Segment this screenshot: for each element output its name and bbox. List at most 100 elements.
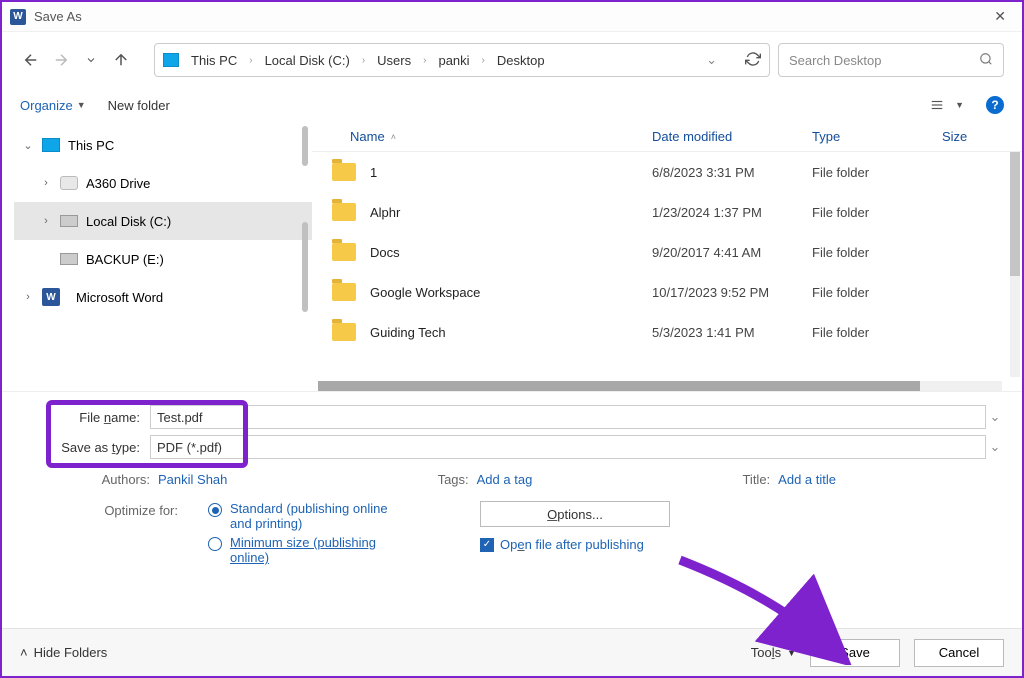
tags-label: Tags:	[438, 472, 469, 487]
scrollbar-thumb[interactable]	[302, 222, 308, 312]
file-name: Alphr	[370, 205, 400, 220]
window-title: Save As	[34, 9, 986, 24]
file-type: File folder	[812, 285, 942, 300]
chevron-right-icon[interactable]: ›	[40, 215, 52, 227]
new-folder-button[interactable]: New folder	[108, 98, 170, 113]
scrollbar-thumb[interactable]	[302, 126, 308, 166]
col-type[interactable]: Type	[812, 129, 942, 144]
vertical-scrollbar[interactable]	[1010, 152, 1020, 377]
refresh-icon[interactable]	[745, 51, 761, 70]
pc-icon	[42, 138, 60, 152]
scrollbar-thumb[interactable]	[1010, 152, 1020, 276]
breadcrumb[interactable]: Local Disk (C:)	[261, 53, 354, 68]
file-row[interactable]: Docs 9/20/2017 4:41 AMFile folder	[312, 232, 1022, 272]
col-size[interactable]: Size	[942, 129, 1002, 144]
tree-item-thispc[interactable]: ⌄ This PC	[14, 126, 312, 164]
search-input[interactable]: Search Desktop	[778, 43, 1004, 77]
save-form: File name: Test.pdf ⌄ Save as type: PDF …	[2, 392, 1022, 579]
folder-icon	[332, 243, 356, 261]
pc-icon	[163, 53, 179, 67]
chevron-right-icon[interactable]: ›	[40, 177, 52, 189]
title-label: Title:	[742, 472, 770, 487]
column-headers: Name ˄ Date modified Type Size	[312, 122, 1022, 152]
organize-label: Organize	[20, 98, 73, 113]
hide-folders-button[interactable]: ˄ Hide Folders	[20, 645, 107, 660]
tree-label: Microsoft Word	[76, 290, 163, 305]
radio-label: Standard (publishing online and printing…	[230, 501, 390, 531]
file-row[interactable]: Google Workspace10/17/2023 9:52 PMFile f…	[312, 272, 1022, 312]
folder-icon	[332, 203, 356, 221]
savetype-label: Save as type:	[20, 440, 150, 455]
chevron-right-icon[interactable]: ›	[22, 291, 34, 303]
disk-icon	[60, 215, 78, 227]
recent-dropdown[interactable]	[80, 49, 102, 71]
chevron-down-icon[interactable]: ⌄	[986, 439, 1004, 455]
folder-tree: ⌄ This PC › A360 Drive › Local Disk (C:)…	[2, 122, 312, 391]
radio-icon	[208, 537, 222, 551]
navigation-bar: This PC › Local Disk (C:) › Users › pank…	[2, 32, 1022, 88]
organize-button[interactable]: Organize ▼	[20, 98, 86, 113]
save-button[interactable]: Save	[810, 639, 900, 667]
tree-item-backup[interactable]: BACKUP (E:)	[14, 240, 312, 278]
cloud-drive-icon	[60, 176, 78, 190]
close-icon[interactable]: ✕	[986, 4, 1014, 29]
forward-button[interactable]	[50, 49, 72, 71]
search-placeholder: Search Desktop	[789, 53, 882, 68]
bottom-bar: ˄ Hide Folders Tools ▼ Save Cancel	[2, 628, 1022, 676]
breadcrumb[interactable]: Desktop	[493, 53, 549, 68]
breadcrumb[interactable]: Users	[373, 53, 415, 68]
authors-value[interactable]: Pankil Shah	[158, 472, 227, 487]
checkbox-icon: ✓	[480, 538, 494, 552]
list-view-icon	[929, 98, 945, 112]
chevron-right-icon: ›	[362, 55, 365, 66]
file-row[interactable]: 16/8/2023 3:31 PMFile folder	[312, 152, 1022, 192]
chevron-right-icon: ›	[423, 55, 426, 66]
folder-icon	[332, 323, 356, 341]
horizontal-scrollbar[interactable]	[318, 381, 1002, 391]
up-button[interactable]	[110, 49, 132, 71]
file-row[interactable]: Alphr1/23/2024 1:37 PMFile folder	[312, 192, 1022, 232]
tags-value[interactable]: Add a tag	[477, 472, 533, 487]
help-icon[interactable]: ?	[986, 96, 1004, 114]
sort-indicator-icon: ˄	[391, 132, 396, 142]
back-button[interactable]	[20, 49, 42, 71]
savetype-select[interactable]: PDF (*.pdf)	[150, 435, 986, 459]
tree-item-localdisk[interactable]: › Local Disk (C:)	[14, 202, 312, 240]
tree-item-a360[interactable]: › A360 Drive	[14, 164, 312, 202]
col-name[interactable]: Name	[350, 129, 385, 144]
file-type: File folder	[812, 245, 942, 260]
tree-label: BACKUP (E:)	[86, 252, 164, 267]
file-name: Docs	[370, 245, 400, 260]
file-date: 1/23/2024 1:37 PM	[652, 205, 812, 220]
radio-standard[interactable]: Standard (publishing online and printing…	[208, 501, 390, 531]
chevron-down-icon[interactable]: ⌄	[706, 52, 717, 68]
tree-label: This PC	[68, 138, 114, 153]
toolbar: Organize ▼ New folder ▼ ?	[2, 88, 1022, 122]
file-date: 9/20/2017 4:41 AM	[652, 245, 812, 260]
breadcrumb[interactable]: This PC	[187, 53, 241, 68]
filename-input[interactable]: Test.pdf	[150, 405, 986, 429]
chevron-right-icon: ›	[249, 55, 252, 66]
optimize-label: Optimize for:	[20, 501, 178, 569]
breadcrumb[interactable]: panki	[434, 53, 473, 68]
open-after-checkbox[interactable]: ✓ Open file after publishing	[480, 537, 670, 552]
tools-dropdown[interactable]: Tools ▼	[751, 645, 796, 660]
radio-icon	[208, 503, 222, 517]
address-bar[interactable]: This PC › Local Disk (C:) › Users › pank…	[154, 43, 770, 77]
cancel-button[interactable]: Cancel	[914, 639, 1004, 667]
scrollbar-thumb[interactable]	[318, 381, 920, 391]
search-icon	[979, 52, 993, 69]
file-type: File folder	[812, 165, 942, 180]
chevron-down-icon[interactable]: ⌄	[986, 409, 1004, 425]
file-row[interactable]: Guiding Tech5/3/2023 1:41 PMFile folder	[312, 312, 1022, 352]
options-button[interactable]: Options...	[480, 501, 670, 527]
col-date[interactable]: Date modified	[652, 129, 812, 144]
title-value[interactable]: Add a title	[778, 472, 836, 487]
tree-item-word[interactable]: › W Microsoft Word	[14, 278, 312, 316]
hide-folders-label: Hide Folders	[34, 645, 108, 660]
chevron-up-icon: ˄	[20, 645, 28, 660]
chevron-down-icon[interactable]: ⌄	[22, 139, 34, 152]
view-mode[interactable]: ▼	[929, 98, 964, 112]
chevron-down-icon: ▼	[787, 648, 796, 658]
radio-minimum[interactable]: Minimum size (publishing online)	[208, 535, 390, 565]
